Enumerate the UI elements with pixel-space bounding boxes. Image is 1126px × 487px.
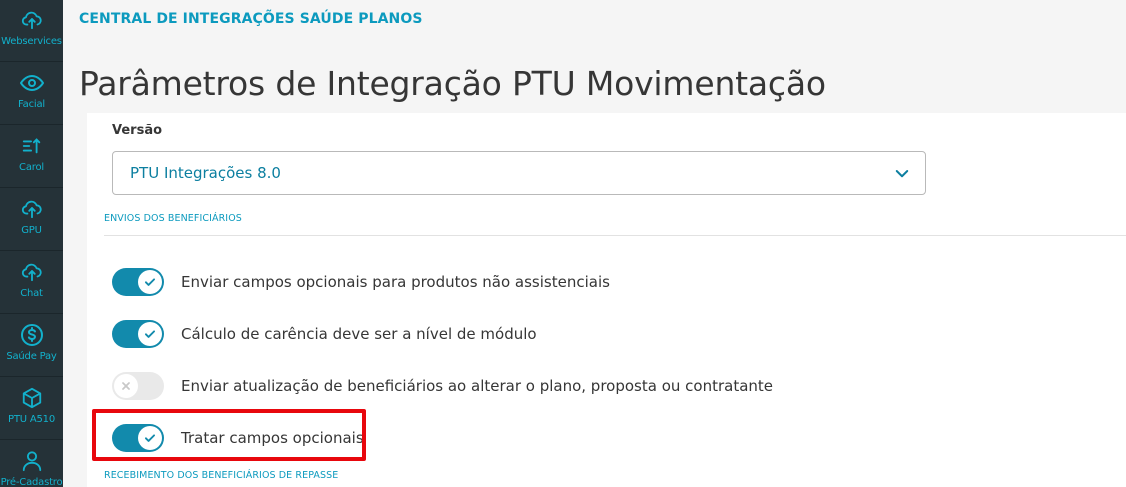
version-select[interactable]: PTU Integrações 8.0 xyxy=(112,151,926,195)
sidebar-item-label: PTU A510 xyxy=(8,414,55,425)
section-recebimento-title: RECEBIMENTO DOS BENEFICIÁRIOS DE REPASSE xyxy=(104,470,339,481)
sort-up-icon xyxy=(20,134,44,158)
sidebar-item-label: Pré-Cadastro xyxy=(0,477,63,487)
toggle-row: Enviar campos opcionais para produtos nã… xyxy=(112,267,610,297)
divider xyxy=(104,235,1126,236)
close-icon xyxy=(114,374,138,398)
toggle-switch[interactable] xyxy=(112,372,164,400)
toggle-label: Enviar atualização de beneficiários ao a… xyxy=(181,377,774,395)
cloud-upload-icon xyxy=(20,197,44,221)
toggle-label: Cálculo de carência deve ser a nível de … xyxy=(181,325,537,343)
sidebar-item-label: Carol xyxy=(19,162,44,173)
cloud-upload-icon xyxy=(20,260,44,284)
sidebar-item-carol[interactable]: Carol xyxy=(0,126,63,188)
chevron-down-icon xyxy=(893,165,911,183)
check-icon xyxy=(138,322,162,346)
sidebar: Webservices Facial Carol GPU Chat Saúde … xyxy=(0,0,63,487)
sidebar-item-ptu-a510[interactable]: PTU A510 xyxy=(0,378,63,440)
sidebar-item-saude-pay[interactable]: Saúde Pay xyxy=(0,315,63,377)
sidebar-item-label: Saúde Pay xyxy=(6,351,57,362)
eye-icon xyxy=(19,71,44,95)
toggle-switch[interactable] xyxy=(112,268,164,296)
box-icon xyxy=(20,386,44,410)
version-label: Versão xyxy=(112,123,163,138)
version-select-value: PTU Integrações 8.0 xyxy=(130,164,281,182)
sidebar-item-facial[interactable]: Facial xyxy=(0,63,63,125)
person-icon xyxy=(20,449,44,473)
check-icon xyxy=(138,270,162,294)
highlight-box xyxy=(92,409,366,461)
sidebar-item-gpu[interactable]: GPU xyxy=(0,189,63,251)
sidebar-item-label: Webservices xyxy=(1,36,62,47)
sidebar-item-pre-cadastro[interactable]: Pré-Cadastro xyxy=(0,441,63,487)
dollar-circle-icon xyxy=(20,323,44,347)
breadcrumb[interactable]: CENTRAL DE INTEGRAÇÕES SAÚDE PLANOS xyxy=(79,11,423,27)
sidebar-item-label: GPU xyxy=(21,225,42,236)
sidebar-item-chat[interactable]: Chat xyxy=(0,252,63,314)
section-envios-title: ENVIOS DOS BENEFICIÁRIOS xyxy=(104,213,242,224)
sidebar-item-webservices[interactable]: Webservices xyxy=(0,0,63,62)
cloud-sync-icon xyxy=(20,8,44,32)
page-title: Parâmetros de Integração PTU Movimentaçã… xyxy=(79,64,826,103)
toggle-row: Cálculo de carência deve ser a nível de … xyxy=(112,319,537,349)
sidebar-item-label: Facial xyxy=(18,99,45,110)
toggle-switch[interactable] xyxy=(112,320,164,348)
toggle-row: Enviar atualização de beneficiários ao a… xyxy=(112,371,773,401)
toggle-label: Enviar campos opcionais para produtos nã… xyxy=(181,273,610,291)
sidebar-item-label: Chat xyxy=(20,288,43,299)
